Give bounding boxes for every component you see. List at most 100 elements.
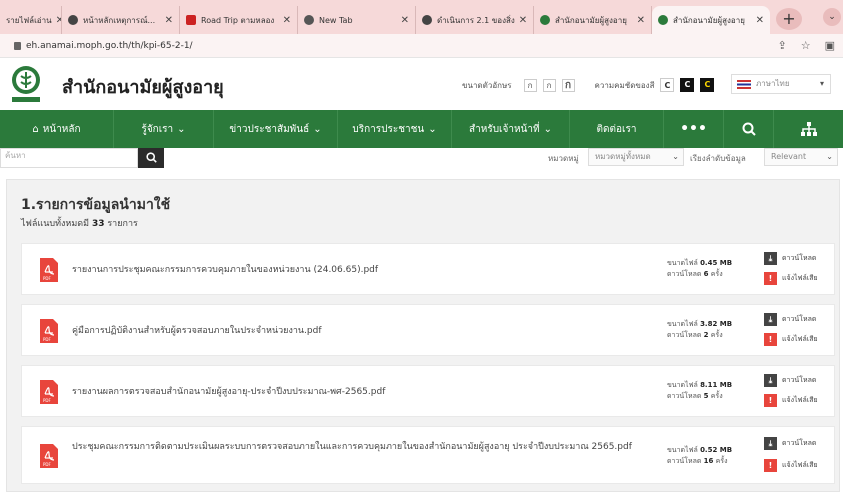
search-icon: [742, 122, 756, 136]
browser-tab[interactable]: รายไฟล์เอ่าน ✕: [0, 6, 62, 34]
downloads-unit: ครั้ง: [710, 270, 723, 278]
svg-text:PDF: PDF: [43, 276, 51, 281]
svg-text:PDF: PDF: [43, 462, 51, 467]
download-label: ดาวน์โหลด: [782, 254, 817, 262]
browser-tab[interactable]: New Tab ✕: [298, 6, 416, 34]
filter-bar: ค้นหา หมวดหมู่ หมวดหมู่ทั้งหมด ⌄ เรียงลำ…: [0, 148, 843, 170]
language-value: ภาษาไทย: [756, 79, 790, 88]
file-size: 0.45 MB: [700, 259, 733, 267]
report-broken-button[interactable]: ! แจ้งไฟล์เสีย: [764, 272, 818, 285]
sidebar-icon[interactable]: ▣: [825, 39, 835, 52]
contrast-normal-button[interactable]: C: [660, 78, 675, 92]
url-text: eh.anamai.moph.go.th/th/kpi-65-2-1/: [26, 41, 193, 51]
chevron-down-icon: ⌄: [826, 152, 833, 161]
font-medium-button[interactable]: ก: [542, 78, 556, 92]
file-size: 0.52 MB: [700, 446, 733, 454]
chevron-down-icon: ⌄: [428, 123, 437, 135]
nav-services[interactable]: บริการประชาชน ⌄: [338, 110, 452, 148]
language-select[interactable]: ภาษาไทย ▾: [731, 74, 831, 94]
search-placeholder: ค้นหา: [5, 151, 26, 160]
browser-tab[interactable]: สำนักอนามัยผู้สูงอายุ ✕: [534, 6, 652, 34]
thai-flag-icon: [737, 80, 751, 89]
download-button[interactable]: ⤓ ดาวน์โหลด: [764, 374, 816, 387]
nav-search-button[interactable]: [724, 110, 774, 148]
pdf-icon: PDF: [40, 380, 58, 404]
sort-value: Relevant: [771, 152, 807, 161]
nav-more-button[interactable]: •••: [664, 110, 724, 148]
share-icon[interactable]: ⇪: [778, 39, 787, 52]
close-icon[interactable]: ✕: [752, 15, 764, 26]
size-label: ขนาดไฟล์: [667, 259, 698, 267]
size-label: ขนาดไฟล์: [667, 320, 698, 328]
sort-select[interactable]: Relevant ⌄: [764, 148, 838, 166]
download-count: 6: [703, 270, 709, 278]
ministry-logo-icon[interactable]: [8, 64, 44, 104]
address-bar[interactable]: eh.anamai.moph.go.th/th/kpi-65-2-1/: [6, 37, 766, 55]
file-name-link[interactable]: รายงานการประชุมคณะกรรมการควบคุมภายในของห…: [72, 262, 378, 278]
search-icon: [145, 152, 157, 163]
browser-tab-label: Road Trip ตามหลอง: [201, 15, 275, 25]
nav-staff[interactable]: สำหรับเจ้าหน้าที่ ⌄: [452, 110, 570, 148]
close-icon[interactable]: ✕: [161, 15, 173, 26]
report-broken-button[interactable]: ! แจ้งไฟล์เสีย: [764, 394, 818, 407]
tab-search-icon[interactable]: ⌄: [823, 8, 841, 26]
warning-icon: !: [764, 272, 777, 285]
close-icon[interactable]: ✕: [633, 15, 645, 26]
download-icon: ⤓: [764, 374, 777, 387]
download-count: 5: [703, 392, 709, 400]
file-meta: ขนาดไฟล์ 0.52 MB ดาวน์โหลด 16 ครั้ง: [667, 445, 732, 467]
nav-about[interactable]: รู้จักเรา ⌄: [114, 110, 214, 148]
report-broken-button[interactable]: ! แจ้งไฟล์เสีย: [764, 459, 818, 472]
document-list-card: 1.รายการข้อมูลนำมาใช้ ไฟล์แนบทั้งหมดมี 3…: [6, 179, 840, 492]
nav-contact[interactable]: ติดต่อเรา: [570, 110, 664, 148]
browser-tab-active[interactable]: สำนักอนามัยผู้สูงอายุ ✕: [652, 6, 770, 34]
browser-tab-label: สำนักอนามัยผู้สูงอายุ: [555, 15, 627, 25]
bookmark-star-icon[interactable]: ☆: [801, 39, 811, 52]
font-large-button[interactable]: ก: [561, 78, 575, 92]
size-label: ขนาดไฟล์: [667, 446, 698, 454]
chevron-down-icon: ⌄: [313, 123, 322, 135]
browser-tab[interactable]: Road Trip ตามหลอง ✕: [180, 6, 298, 34]
download-button[interactable]: ⤓ ดาวน์โหลด: [764, 437, 816, 450]
close-icon[interactable]: ✕: [397, 15, 409, 26]
browser-tab[interactable]: หน้าหลักเหตุการณ์... ✕: [62, 6, 180, 34]
category-label: หมวดหมู่: [548, 154, 579, 163]
site-title[interactable]: สำนักอนามัยผู้สูงอายุ: [62, 72, 224, 101]
chevron-down-icon: ▾: [819, 79, 824, 88]
nav-services-label: บริการประชาชน: [352, 123, 425, 135]
file-count-prefix: ไฟล์แนบทั้งหมดมี: [21, 219, 90, 229]
category-select[interactable]: หมวดหมู่ทั้งหมด ⌄: [588, 148, 684, 166]
contrast-dark-button[interactable]: C: [680, 78, 695, 92]
download-button[interactable]: ⤓ ดาวน์โหลด: [764, 313, 816, 326]
nav-home[interactable]: ⌂ หน้าหลัก: [0, 110, 114, 148]
browser-tab[interactable]: ดำเนินการ 2.1 ของสิ่ง ✕: [416, 6, 534, 34]
downloads-label: ดาวน์โหลด: [667, 457, 702, 465]
report-label: แจ้งไฟล์เสีย: [782, 335, 818, 343]
file-meta: ขนาดไฟล์ 0.45 MB ดาวน์โหลด 6 ครั้ง: [667, 258, 732, 280]
chevron-down-icon: ⌄: [672, 152, 679, 161]
nav-sitemap-button[interactable]: [774, 110, 843, 148]
downloads-unit: ครั้ง: [715, 457, 728, 465]
font-small-button[interactable]: ก: [523, 78, 537, 92]
list-item: PDF ประชุมคณะกรรมการติดตามประเมินผลระบบก…: [21, 426, 835, 484]
download-button[interactable]: ⤓ ดาวน์โหลด: [764, 252, 816, 265]
nav-news[interactable]: ข่าวประชาสัมพันธ์ ⌄: [214, 110, 338, 148]
search-button[interactable]: [138, 148, 164, 168]
file-name-link[interactable]: ประชุมคณะกรรมการติดตามประเมินผลระบบการตร…: [72, 439, 652, 455]
download-icon: ⤓: [764, 313, 777, 326]
report-broken-button[interactable]: ! แจ้งไฟล์เสีย: [764, 333, 818, 346]
browser-tab-label: New Tab: [319, 15, 353, 25]
browser-tab-label: สำนักอนามัยผู้สูงอายุ: [673, 15, 745, 25]
list-item: PDF รายงานการประชุมคณะกรรมการควบคุมภายใน…: [21, 243, 835, 295]
lock-icon[interactable]: [14, 42, 21, 50]
close-icon[interactable]: ✕: [52, 15, 61, 26]
contrast-yellow-button[interactable]: C: [700, 78, 715, 92]
close-icon[interactable]: ✕: [279, 15, 291, 26]
file-name-link[interactable]: รายงานผลการตรวจสอบสำนักอนามัยผู้สูงอายุ-…: [72, 384, 385, 400]
site-favicon-icon: [658, 15, 668, 25]
section-title: 1.รายการข้อมูลนำมาใช้: [21, 197, 171, 213]
search-input[interactable]: ค้นหา: [0, 148, 138, 168]
new-tab-button[interactable]: +: [776, 8, 802, 30]
close-icon[interactable]: ✕: [515, 15, 527, 26]
file-name-link[interactable]: คู่มือการปฏิบัติงานสำหรับผู้ตรวจสอบภายใน…: [72, 323, 322, 339]
